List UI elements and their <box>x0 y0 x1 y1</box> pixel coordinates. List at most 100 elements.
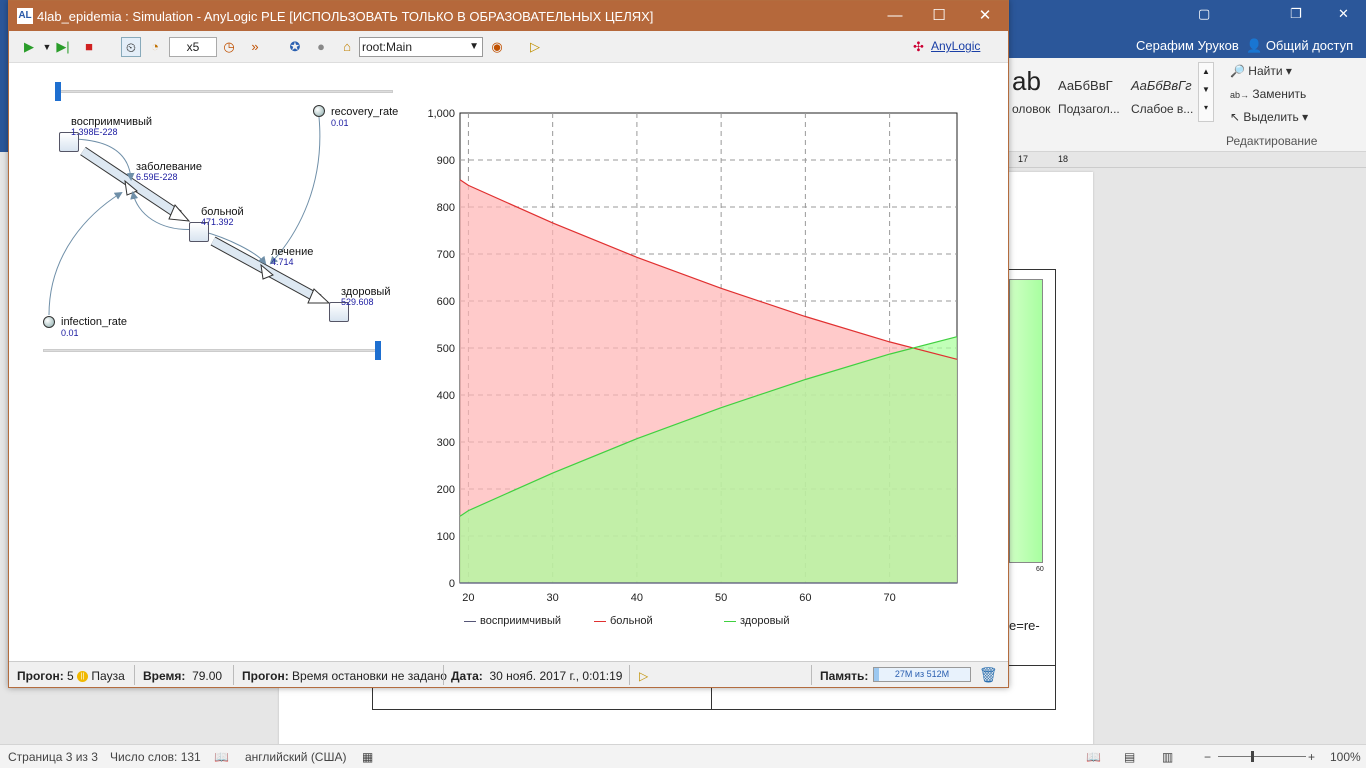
developer-icon[interactable]: ▷ <box>639 669 648 683</box>
page-count[interactable]: Страница 3 из 3 <box>8 750 98 764</box>
minimize-icon[interactable]: ▢ <box>1198 6 1210 22</box>
embedded-chart-fragment <box>1009 279 1043 563</box>
legend-healthy-swatch <box>724 620 736 622</box>
root-selector[interactable]: root:Main ▼ <box>359 37 483 57</box>
time-status: Время: 79.00 <box>143 669 223 683</box>
person-icon: 👤 <box>1246 38 1263 53</box>
word-count[interactable]: Число слов: 131 <box>110 750 201 764</box>
anylogic-window: AL 4lab_epidemia : Simulation - AnyLogic… <box>8 0 1009 688</box>
run-status: Прогон: 5 || Пауза <box>17 669 125 683</box>
style-sample-subtitle[interactable]: АаБбВвГ <box>1058 78 1113 93</box>
x-tick-label: 60 <box>799 592 811 604</box>
run-icon[interactable]: ▶ <box>19 37 39 57</box>
stop-time-status: Прогон: Время остановки не задано <box>242 669 447 683</box>
replace-button[interactable]: ab→ Заменить <box>1230 87 1306 101</box>
legend-susceptible: восприимчивый <box>464 615 561 627</box>
styles-scroll[interactable]: ▲ ▼ ▾ <box>1198 62 1214 122</box>
y-tick-label: 700 <box>437 249 455 261</box>
memory-bar-fill <box>874 668 880 681</box>
flow-infection-value: 6.59E-228 <box>136 172 178 182</box>
anylogic-link[interactable]: AnyLogic <box>931 39 980 53</box>
flow-recovery-value: 4.714 <box>271 257 294 267</box>
developer-panel-icon[interactable]: ▷ <box>525 37 545 57</box>
style-name-subtle: Слабое в... <box>1131 102 1194 116</box>
window-title: 4lab_epidemia : Simulation - AnyLogic PL… <box>37 9 654 24</box>
zoom-slider-thumb[interactable] <box>1251 751 1254 762</box>
read-mode-icon[interactable]: 📖 <box>1086 750 1101 764</box>
step-icon[interactable]: ▶| <box>53 37 73 57</box>
zoom-in-icon[interactable]: + <box>1308 750 1315 764</box>
y-tick-label: 200 <box>437 484 455 496</box>
minimize-button[interactable]: — <box>875 5 915 27</box>
web-layout-icon[interactable]: ▥ <box>1162 750 1173 764</box>
y-tick-label: 500 <box>437 343 455 355</box>
x-tick-label: 50 <box>715 592 727 604</box>
y-tick-label: 800 <box>437 202 455 214</box>
proofing-icon[interactable]: 📖 <box>214 750 229 764</box>
y-tick-label: 100 <box>437 531 455 543</box>
speed-field[interactable]: x5 <box>169 37 217 57</box>
close-icon[interactable]: ✕ <box>1338 6 1349 22</box>
y-tick-label: 600 <box>437 296 455 308</box>
speed-up-icon[interactable]: » <box>245 37 265 57</box>
status-separator <box>811 665 812 685</box>
pause-icon: || <box>77 671 89 683</box>
trash-icon[interactable]: 🗑 <box>979 666 998 684</box>
memory-label: Память: <box>820 669 869 683</box>
horizontal-ruler[interactable]: 17 18 <box>1008 152 1366 168</box>
zoom-level[interactable]: 100% <box>1330 750 1361 764</box>
word-status-bar: Страница 3 из 3 Число слов: 131 📖 англий… <box>0 744 1366 768</box>
simulation-canvas[interactable]: восприимчивый 1.398E-228 больной 471.392… <box>9 63 1008 661</box>
param-infection-rate-icon[interactable] <box>43 316 55 328</box>
y-tick-label: 1,000 <box>427 108 455 120</box>
legend-susceptible-swatch <box>464 620 476 622</box>
select-button[interactable]: ↖ Выделить ▾ <box>1230 110 1308 124</box>
simulation-status-bar: Прогон: 5 || Пауза Время: 79.00 Прогон: … <box>9 661 1008 687</box>
anylogic-title-bar[interactable]: AL 4lab_epidemia : Simulation - AnyLogic… <box>9 1 1008 31</box>
time-plot-chart[interactable]: 0 100 200 300 400 500 600 700 800 900 1,000 20 30 40 5… <box>409 93 969 613</box>
y-tick-label: 400 <box>437 390 455 402</box>
x-tick-label: 20 <box>462 592 474 604</box>
style-sample-subtle[interactable]: АаБбВвГг <box>1131 78 1192 93</box>
slow-down-icon[interactable]: ◷ <box>219 37 239 57</box>
status-separator <box>134 665 135 685</box>
param-infection-rate-value: 0.01 <box>61 328 79 338</box>
style-sample-heading[interactable]: ab <box>1012 66 1041 97</box>
macro-icon[interactable]: ▦ <box>362 750 373 764</box>
style-name-heading: оловок <box>1012 102 1051 116</box>
language-indicator[interactable]: английский (США) <box>245 750 346 764</box>
y-tick-label: 900 <box>437 155 455 167</box>
stop-icon[interactable]: ■ <box>79 37 99 57</box>
memory-bar: 27M из 512M <box>873 667 971 682</box>
search-icon: 🔎 <box>1230 64 1245 78</box>
replace-icon: ab→ <box>1230 90 1250 100</box>
share-button[interactable]: 👤 Общий доступ <box>1246 38 1353 54</box>
status-separator <box>233 665 234 685</box>
y-tick-label: 0 <box>449 578 455 590</box>
y-tick-label: 300 <box>437 437 455 449</box>
stock-sick-value: 471.392 <box>201 217 234 227</box>
anylogic-brand-icon: ✣ <box>913 39 924 54</box>
legend-sick-swatch <box>594 620 606 622</box>
restore-icon[interactable]: ❐ <box>1290 6 1302 22</box>
camera-icon[interactable]: ● <box>311 37 331 57</box>
zoom-slider[interactable] <box>1218 751 1306 762</box>
realtime-mode-icon[interactable]: ⏲ <box>121 37 141 57</box>
print-layout-icon[interactable]: ▤ <box>1124 750 1135 764</box>
navigate-icon[interactable]: ✪ <box>285 37 305 57</box>
param-recovery-rate-label: recovery_rate <box>331 106 399 118</box>
close-button[interactable]: ✕ <box>965 5 1005 27</box>
find-button[interactable]: 🔎 Найти ▾ <box>1230 64 1292 78</box>
zoom-out-icon[interactable]: − <box>1204 750 1211 764</box>
status-separator <box>629 665 630 685</box>
embedded-chart-tick: 60 <box>1036 566 1044 573</box>
home-icon[interactable]: ⌂ <box>337 37 357 57</box>
virtual-time-icon[interactable]: ◔ <box>145 37 165 57</box>
simulation-toolbar: ▶ ▼ ▶| ■ ⏲ ◔ x5 ◷ » ✪ ● ⌂ root:Main ▼ ◉ ▷… <box>9 31 1008 63</box>
view-area-icon[interactable]: ◉ <box>487 37 507 57</box>
x-tick-label: 30 <box>547 592 559 604</box>
param-recovery-rate-icon[interactable] <box>313 105 325 117</box>
style-name-subtitle: Подзагол... <box>1058 102 1120 116</box>
date-status: Дата: 30 нояб. 2017 г., 0:01:19 <box>451 669 623 683</box>
maximize-button[interactable]: ☐ <box>919 5 959 27</box>
